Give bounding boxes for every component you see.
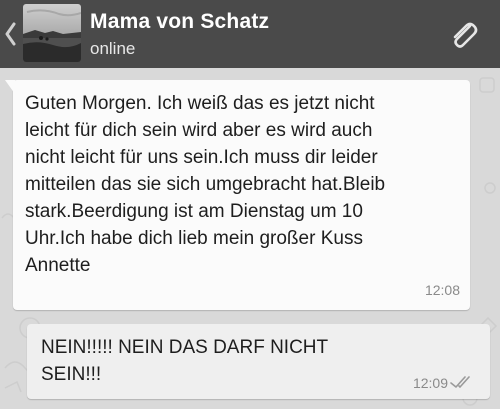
contact-name[interactable]: Mama von Schatz xyxy=(90,10,269,34)
bubble-tail xyxy=(5,80,15,94)
message-text: NEIN!!!!! NEIN DAS DARF NICHT SEIN!!! xyxy=(41,337,328,385)
chat-header: Mama von Schatz online xyxy=(0,0,500,68)
message-bubble-incoming[interactable]: Guten Morgen. Ich weiß das es jetzt nich… xyxy=(5,80,470,310)
chevron-left-icon[interactable] xyxy=(4,22,16,46)
paperclip-icon[interactable] xyxy=(446,18,482,54)
message-text: Guten Morgen. Ich weiß das es jetzt nich… xyxy=(25,93,386,276)
avatar-photo xyxy=(23,4,81,62)
message-time: 12:09 xyxy=(412,375,448,391)
message-time: 12:08 xyxy=(424,282,460,298)
contact-status: online xyxy=(90,39,136,58)
double-check-icon xyxy=(450,376,470,388)
message-bubble-outgoing[interactable]: NEIN!!!!! NEIN DAS DARF NICHT SEIN!!! 12… xyxy=(27,324,490,399)
avatar[interactable] xyxy=(23,4,81,62)
chat-area[interactable]: Guten Morgen. Ich weiß das es jetzt nich… xyxy=(0,68,500,409)
